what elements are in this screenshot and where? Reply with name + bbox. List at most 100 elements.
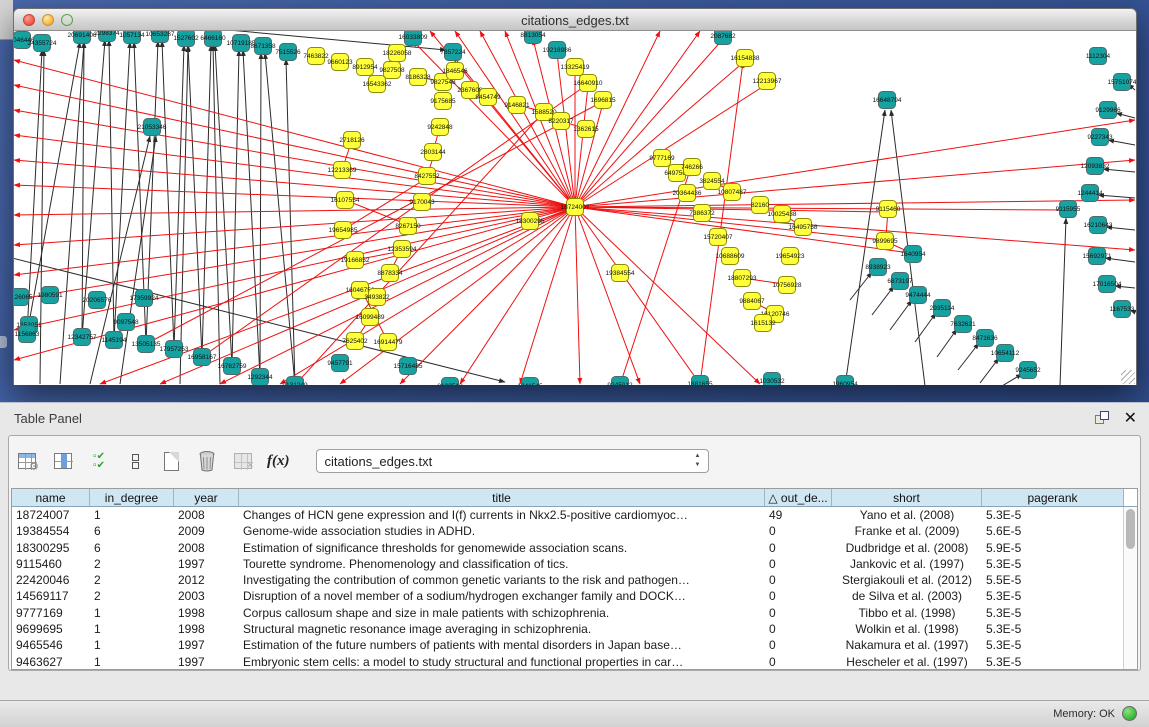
- table-cell[interactable]: 1: [90, 605, 174, 621]
- graph-node[interactable]: 21053346: [138, 119, 167, 136]
- table-cell[interactable]: 5.3E-5: [982, 507, 1124, 523]
- table-cell[interactable]: Estimation of significance thresholds fo…: [239, 540, 765, 556]
- graph-node[interactable]: 12093832: [1081, 158, 1110, 175]
- table-cell[interactable]: 9777169: [12, 605, 90, 621]
- graph-node[interactable]: 1527602: [173, 31, 199, 47]
- graph-node[interactable]: 10654112: [991, 345, 1020, 362]
- column-header-title[interactable]: title: [239, 489, 765, 506]
- table-cell[interactable]: Hescheler et al. (1997): [832, 654, 982, 670]
- table-cell[interactable]: Embryonic stem cells: a model to study s…: [239, 654, 765, 670]
- graph-node[interactable]: 15692971: [1083, 248, 1112, 265]
- table-cell[interactable]: 5.3E-5: [982, 556, 1124, 572]
- graph-node[interactable]: 1292344: [247, 369, 273, 386]
- table-cell[interactable]: 6: [90, 523, 174, 539]
- window-resize-grip[interactable]: [1121, 370, 1135, 384]
- table-cell[interactable]: 5.9E-5: [982, 540, 1124, 556]
- graph-node[interactable]: 9777169: [649, 150, 675, 167]
- import-table-button[interactable]: ✕: [231, 449, 255, 473]
- table-cell[interactable]: 1998: [174, 621, 239, 637]
- graph-node[interactable]: 8427552: [414, 168, 440, 185]
- table-cell[interactable]: Corpus callosum shape and size in male p…: [239, 605, 765, 621]
- graph-node[interactable]: 16958167: [188, 349, 217, 366]
- table-cell[interactable]: 2008: [174, 540, 239, 556]
- table-cell[interactable]: 1: [90, 637, 174, 653]
- table-cell[interactable]: 2009: [174, 523, 239, 539]
- table-cell[interactable]: 0: [765, 637, 832, 653]
- table-cell[interactable]: 19384554: [12, 523, 90, 539]
- graph-node[interactable]: 8471636: [972, 330, 998, 347]
- graph-node[interactable]: 1362615: [573, 121, 599, 138]
- window-titlebar[interactable]: citations_edges.txt: [14, 9, 1136, 31]
- graph-node[interactable]: 9129966: [1095, 102, 1121, 119]
- table-cell[interactable]: 0: [765, 523, 832, 539]
- graph-node[interactable]: 9474444: [905, 287, 931, 304]
- graph-node[interactable]: 9227343: [1087, 129, 1113, 146]
- table-cell[interactable]: 22420046: [12, 572, 90, 588]
- table-cell[interactable]: 5.3E-5: [982, 621, 1124, 637]
- table-mode-button[interactable]: ⚙: [15, 449, 39, 473]
- table-row[interactable]: 1456911722003Disruption of a novel membe…: [12, 588, 1137, 604]
- table-row[interactable]: 946362711997Embryonic stem cells: a mode…: [12, 654, 1137, 670]
- table-row[interactable]: 977716911998Corpus callosum shape and si…: [12, 605, 1137, 621]
- graph-node[interactable]: 16107554: [331, 192, 360, 209]
- table-row[interactable]: 911546021997Tourette syndrome. Phenomeno…: [12, 556, 1137, 572]
- scrollbar-thumb[interactable]: [1126, 509, 1135, 549]
- graph-node[interactable]: 7515526: [275, 44, 301, 61]
- table-cell[interactable]: 1: [90, 507, 174, 523]
- table-cell[interactable]: Franke et al. (2009): [832, 523, 982, 539]
- table-cell[interactable]: Investigating the contribution of common…: [239, 572, 765, 588]
- graph-node[interactable]: 8813054: [520, 31, 546, 44]
- graph-node[interactable]: 9131249: [282, 377, 308, 386]
- column-header-out_de[interactable]: △ out_de...: [765, 489, 832, 506]
- graph-node[interactable]: 9884067: [739, 293, 765, 310]
- graph-node[interactable]: 16648794: [873, 92, 902, 109]
- graph-node[interactable]: 2298374: [94, 31, 120, 42]
- table-cell[interactable]: 0: [765, 621, 832, 637]
- table-select-dropdown[interactable]: citations_edges.txt ▲▼: [316, 449, 709, 473]
- table-cell[interactable]: Changes of HCN gene expression and I(f) …: [239, 507, 765, 523]
- column-header-name[interactable]: name: [12, 489, 90, 506]
- graph-node[interactable]: 15720407: [704, 229, 733, 246]
- graph-node[interactable]: 1145194: [102, 332, 127, 349]
- graph-node[interactable]: 17957253: [160, 341, 189, 358]
- table-cell[interactable]: 9465546: [12, 637, 90, 653]
- column-header-in_degree[interactable]: in_degree: [90, 489, 174, 506]
- table-cell[interactable]: Estimation of the future numbers of pati…: [239, 637, 765, 653]
- graph-node[interactable]: 7386372: [689, 205, 715, 222]
- graph-node[interactable]: 17016504: [1093, 276, 1122, 293]
- graph-node[interactable]: 8912954: [352, 59, 378, 76]
- graph-node[interactable]: 18807293: [728, 270, 757, 287]
- graph-node[interactable]: 9457791: [327, 355, 353, 372]
- graph-node[interactable]: 9146821: [504, 97, 530, 114]
- graph-node[interactable]: 1167533: [1110, 301, 1135, 318]
- table-cell[interactable]: 0: [765, 654, 832, 670]
- graph-node[interactable]: 1640954: [900, 246, 926, 263]
- table-cell[interactable]: Tourette syndrome. Phenomenology and cla…: [239, 556, 765, 572]
- row-height-button[interactable]: [123, 449, 147, 473]
- table-cell[interactable]: 0: [765, 572, 832, 588]
- graph-node[interactable]: 8938923: [865, 259, 891, 276]
- table-cell[interactable]: 1: [90, 621, 174, 637]
- table-cell[interactable]: 5.5E-5: [982, 572, 1124, 588]
- graph-node[interactable]: 10756928: [773, 277, 802, 294]
- graph-node[interactable]: 7632621: [950, 316, 976, 333]
- function-builder-button[interactable]: f(x): [267, 453, 290, 470]
- graph-node[interactable]: 746266: [681, 159, 703, 176]
- graph-node[interactable]: 9899695: [872, 233, 898, 250]
- delete-column-button[interactable]: [195, 449, 219, 473]
- graph-node[interactable]: 2935114: [930, 300, 955, 317]
- graph-node[interactable]: 9175685: [430, 93, 456, 110]
- table-row[interactable]: 1830029562008Estimation of significance …: [12, 540, 1137, 556]
- graph-node[interactable]: 6873197: [887, 273, 913, 290]
- graph-node[interactable]: 18226058: [383, 45, 412, 62]
- graph-node[interactable]: 10653287: [146, 31, 175, 43]
- network-canvas[interactable]: 9046446243557242069140622983741057134106…: [14, 31, 1136, 385]
- table-cell[interactable]: Tibbo et al. (1998): [832, 605, 982, 621]
- table-cell[interactable]: 0: [765, 556, 832, 572]
- table-cell[interactable]: 0: [765, 605, 832, 621]
- table-scrollbar[interactable]: [1123, 507, 1137, 669]
- table-cell[interactable]: 9699695: [12, 621, 90, 637]
- table-cell[interactable]: 5.3E-5: [982, 654, 1124, 670]
- graph-node[interactable]: 16099489: [356, 309, 385, 326]
- table-row[interactable]: 969969511998Structural magnetic resonanc…: [12, 621, 1137, 637]
